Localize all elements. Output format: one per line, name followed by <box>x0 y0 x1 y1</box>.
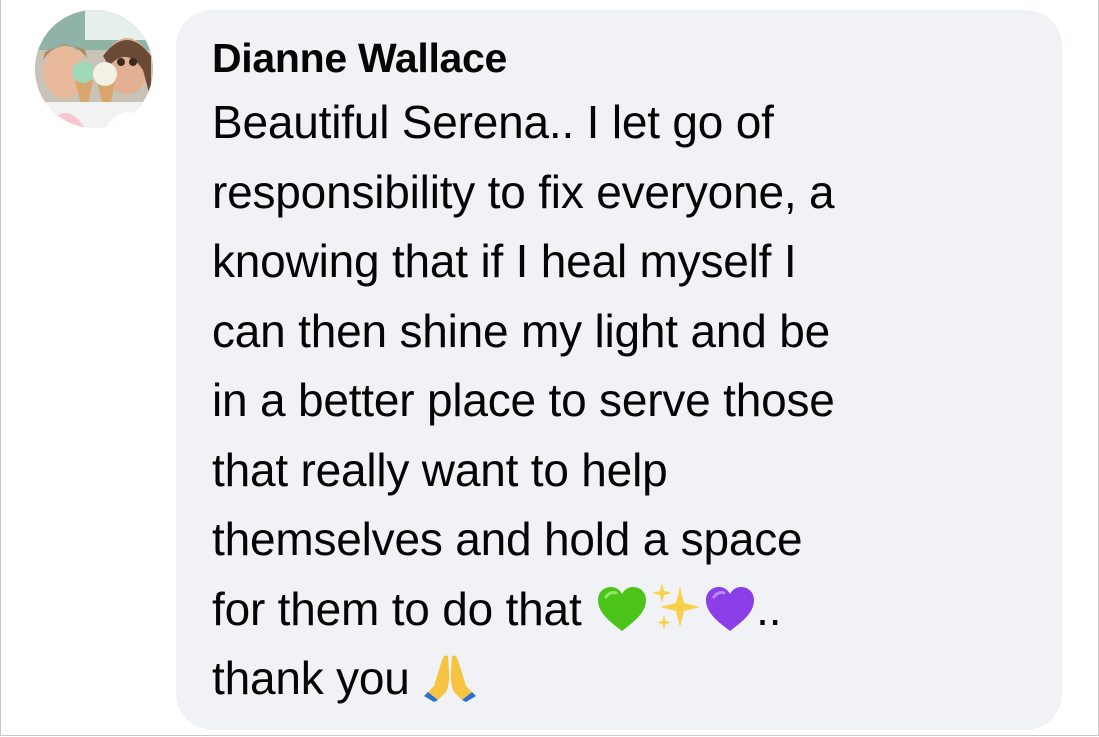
comment-line-text: thank you <box>212 652 410 704</box>
comment-line: in a better place to serve those <box>212 374 835 426</box>
avatar[interactable] <box>35 10 153 128</box>
sparkles-icon <box>650 581 702 633</box>
comment-line: can then shine my light and be <box>212 304 830 357</box>
comment-line-with-emojis: thank you <box>212 644 1026 714</box>
comment-text: Beautiful Serena.. I let go of responsib… <box>212 88 1026 714</box>
green-heart-icon <box>596 585 648 633</box>
comment-line: that really want to help <box>212 443 668 496</box>
profile-photo <box>35 10 153 128</box>
comment-line-with-emojis: for them to do that .. <box>212 575 1026 645</box>
comment-line: Beautiful Serena.. I let go of <box>212 96 774 148</box>
comment-bubble: Dianne Wallace Beautiful Serena.. I let … <box>176 10 1062 730</box>
comment-line-trailing: .. <box>756 582 782 635</box>
comment-line: themselves and hold a space <box>212 513 803 565</box>
comment-author[interactable]: Dianne Wallace <box>212 32 1026 84</box>
comment-line-text: for them to do that <box>212 582 582 635</box>
purple-heart-icon <box>704 585 756 633</box>
comment-line: knowing that if I heal myself I <box>212 235 797 287</box>
folded-hands-icon <box>424 652 477 702</box>
comment-line: responsibility to fix everyone, a <box>212 165 835 218</box>
